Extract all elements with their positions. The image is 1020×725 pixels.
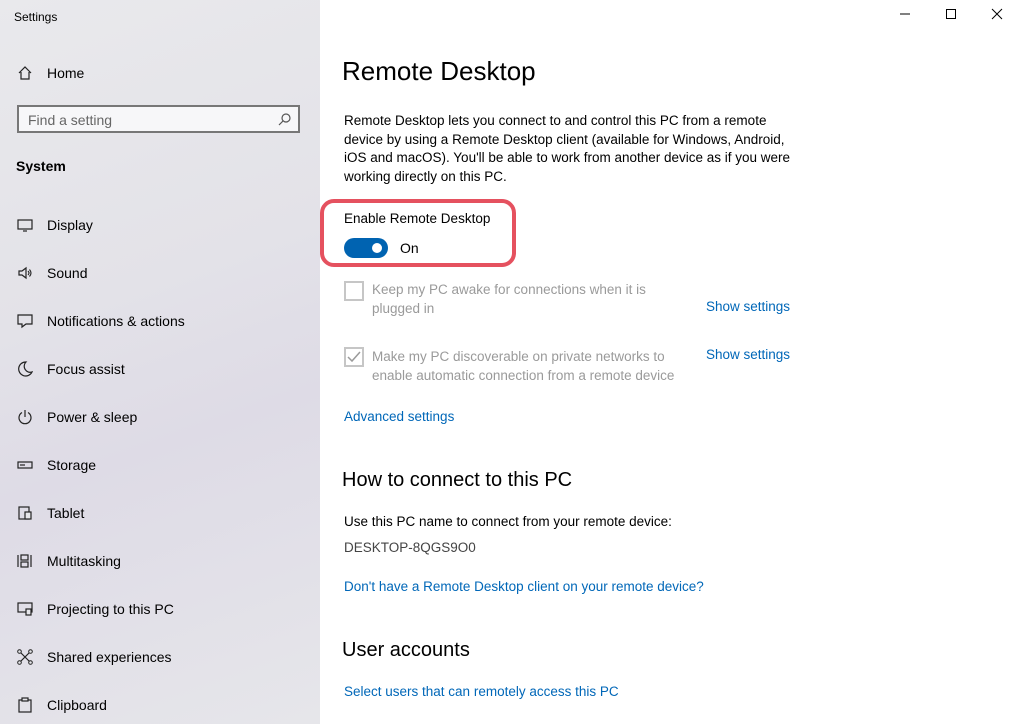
sidebar-item-label: Multitasking (47, 553, 121, 569)
search-icon (278, 112, 292, 126)
checkmark-icon (347, 350, 361, 369)
app-title: Settings (14, 10, 58, 24)
moon-icon (16, 360, 34, 378)
sidebar-item-projecting[interactable]: Projecting to this PC (0, 589, 320, 629)
sidebar-item-focus-assist[interactable]: Focus assist (0, 349, 320, 389)
advanced-settings-link[interactable]: Advanced settings (344, 409, 454, 424)
sidebar-item-clipboard[interactable]: Clipboard (0, 685, 320, 725)
sidebar-item-label: Tablet (47, 505, 85, 521)
page-title: Remote Desktop (342, 56, 536, 86)
connect-instruction: Use this PC name to connect from your re… (344, 514, 672, 529)
sidebar-item-power-sleep[interactable]: Power & sleep (0, 397, 320, 437)
nav-home[interactable]: Home (0, 53, 320, 93)
nav-home-label: Home (47, 65, 85, 81)
connect-heading: How to connect to this PC (342, 469, 573, 491)
sidebar-item-sound[interactable]: Sound (0, 253, 320, 293)
tablet-icon (16, 504, 34, 522)
sidebar-item-label: Shared experiences (47, 649, 172, 665)
clipboard-icon (16, 696, 34, 714)
section-title-system: System (16, 158, 66, 174)
sidebar-item-shared-experiences[interactable]: Shared experiences (0, 637, 320, 677)
multitasking-icon (16, 552, 34, 570)
keep-awake-text: Keep my PC awake for connections when it… (372, 282, 646, 316)
sidebar-item-storage[interactable]: Storage (0, 445, 320, 485)
sidebar-item-multitasking[interactable]: Multitasking (0, 541, 320, 581)
sidebar-item-notifications[interactable]: Notifications & actions (0, 301, 320, 341)
client-link[interactable]: Don't have a Remote Desktop client on yo… (344, 579, 704, 594)
accounts-heading: User accounts (342, 639, 470, 661)
notification-icon (16, 312, 34, 330)
toggle-state: On (400, 240, 419, 256)
pc-name: DESKTOP-8QGS9O0 (344, 540, 476, 555)
sidebar-item-label: Projecting to this PC (47, 601, 174, 617)
speaker-icon (16, 264, 34, 282)
home-icon (16, 64, 34, 82)
sidebar-item-label: Display (47, 217, 93, 233)
display-icon (16, 216, 34, 234)
projecting-icon (16, 600, 34, 618)
sidebar-item-label: Power & sleep (47, 409, 138, 425)
power-icon (16, 408, 34, 426)
search-input[interactable]: Find a setting (17, 105, 300, 133)
select-users-link[interactable]: Select users that can remotely access th… (344, 684, 619, 699)
show-settings-link-1[interactable]: Show settings (706, 299, 790, 314)
discoverable-text: Make my PC discoverable on private netwo… (372, 349, 675, 383)
sidebar-item-label: Sound (47, 265, 88, 281)
sidebar: Settings Home Find a setting System Disp… (0, 0, 320, 724)
sidebar-item-label: Clipboard (47, 697, 107, 713)
sidebar-item-label: Storage (47, 457, 97, 473)
sidebar-item-display[interactable]: Display (0, 205, 320, 245)
discoverable-checkbox[interactable] (344, 347, 364, 367)
main-panel: Remote Desktop Remote Desktop lets you c… (320, 0, 1020, 724)
toggle-label: Enable Remote Desktop (344, 211, 491, 226)
shared-experiences-icon (16, 648, 34, 666)
storage-icon (16, 456, 34, 474)
search-placeholder: Find a setting (28, 112, 113, 128)
sidebar-item-tablet[interactable]: Tablet (0, 493, 320, 533)
sidebar-item-label: Notifications & actions (47, 313, 185, 329)
sidebar-item-label: Focus assist (47, 361, 125, 377)
toggle-knob (372, 243, 382, 253)
show-settings-link-2[interactable]: Show settings (706, 347, 790, 362)
description: Remote Desktop lets you connect to and c… (344, 113, 791, 184)
keep-awake-checkbox[interactable] (344, 281, 364, 301)
enable-remote-desktop-toggle[interactable] (344, 238, 388, 258)
